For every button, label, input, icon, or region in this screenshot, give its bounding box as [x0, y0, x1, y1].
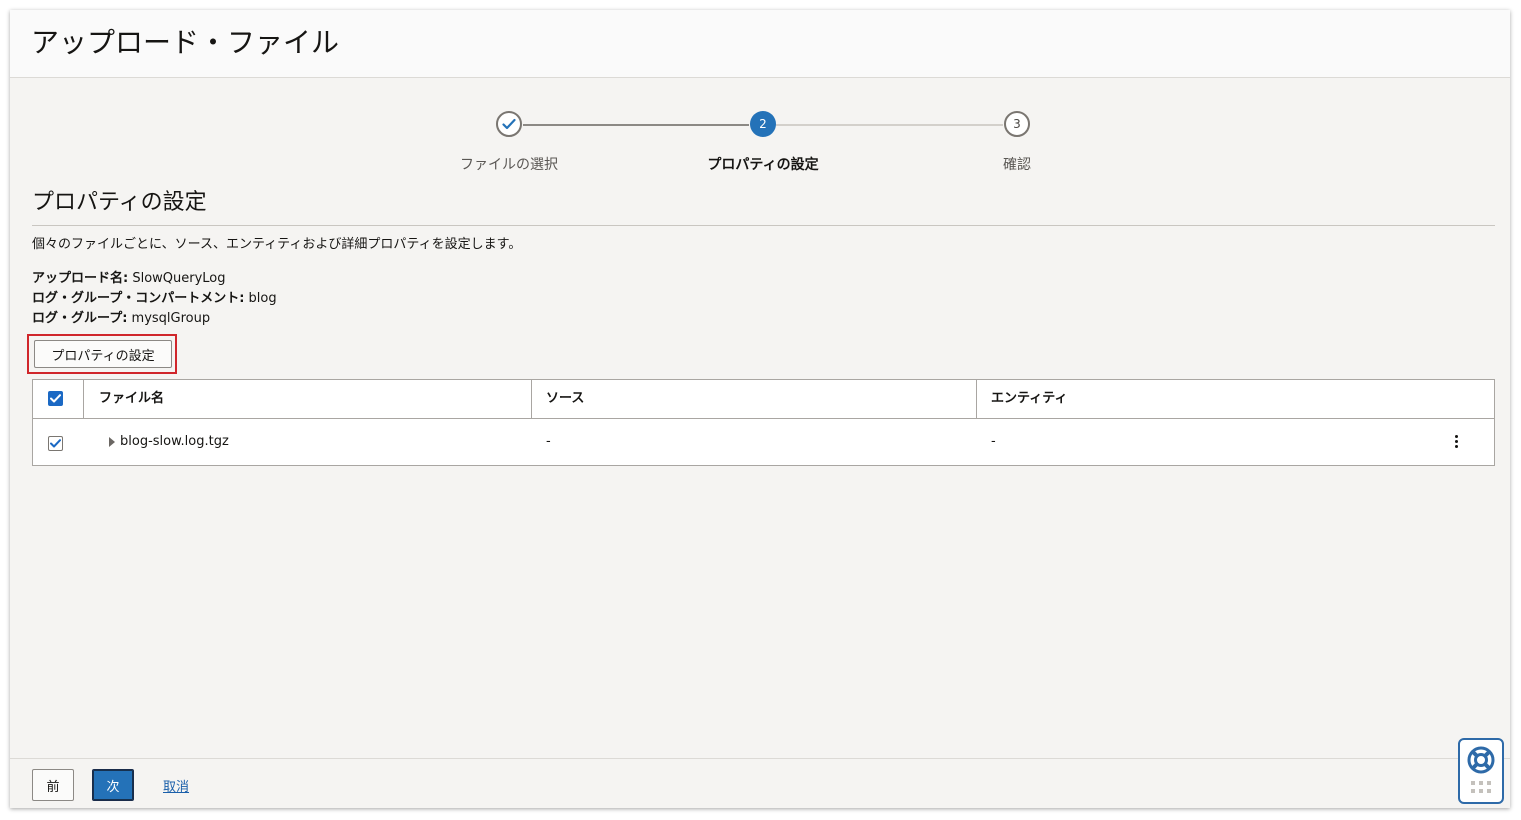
stepper-line-completed: [523, 124, 749, 126]
column-header-source[interactable]: ソース: [546, 380, 584, 418]
step-1-indicator[interactable]: [496, 111, 522, 137]
column-separator: [531, 380, 532, 418]
step-2-label: プロパティの設定: [707, 157, 819, 173]
cancel-link[interactable]: 取消: [163, 776, 189, 795]
step-2-indicator[interactable]: 2: [750, 111, 776, 137]
check-icon: [50, 439, 61, 448]
compartment-value: blog: [244, 291, 277, 306]
log-group-value: mysqlGroup: [127, 311, 211, 326]
files-table: ファイル名 ソース エンティティ blog-slow.log.tgz - -: [32, 379, 1495, 466]
dialog-footer: [10, 758, 1510, 808]
compartment-label: ログ・グループ・コンパートメント:: [32, 291, 245, 306]
column-header-file-name[interactable]: ファイル名: [99, 380, 164, 418]
row-file-name: blog-slow.log.tgz: [120, 434, 229, 449]
step-3-indicator[interactable]: 3: [1004, 111, 1030, 137]
column-header-entity[interactable]: エンティティ: [991, 380, 1067, 418]
section-divider: [32, 225, 1495, 226]
lifebuoy-icon: [1467, 746, 1495, 774]
select-all-checkbox[interactable]: [48, 391, 63, 406]
check-icon: [50, 394, 61, 403]
section-description: 個々のファイルごとに、ソース、エンティティおよび詳細プロパティを設定します。: [32, 237, 522, 252]
stepper-line-pending: [776, 124, 1003, 126]
step-3-number: 3: [1013, 117, 1021, 131]
table-header: ファイル名 ソース エンティティ: [33, 380, 1494, 419]
log-group-row: ログ・グループ: mysqlGroup: [32, 307, 210, 326]
upload-name-value: SlowQueryLog: [128, 271, 226, 286]
step-2-number: 2: [759, 117, 767, 131]
upload-files-dialog: アップロード・ファイル 2 3 ファイルの選択 プロパティの設定 確認 プロパテ…: [10, 10, 1510, 808]
page-title: アップロード・ファイル: [31, 26, 340, 59]
drag-handle-icon[interactable]: [1471, 781, 1493, 799]
upload-name-label: アップロード名:: [32, 271, 129, 286]
row-source: -: [546, 434, 551, 449]
upload-name-row: アップロード名: SlowQueryLog: [32, 267, 226, 286]
set-properties-button[interactable]: プロパティの設定: [34, 340, 172, 368]
previous-button[interactable]: 前: [32, 769, 74, 801]
help-widget[interactable]: [1458, 738, 1504, 804]
column-separator: [83, 380, 84, 418]
dialog-header: アップロード・ファイル: [10, 10, 1510, 78]
kebab-menu-icon[interactable]: [1455, 435, 1459, 451]
row-checkbox[interactable]: [48, 436, 63, 451]
log-group-label: ログ・グループ:: [32, 311, 128, 326]
check-icon: [502, 118, 516, 130]
caret-right-icon[interactable]: [109, 437, 115, 447]
compartment-row: ログ・グループ・コンパートメント: blog: [32, 287, 277, 306]
step-1-label: ファイルの選択: [460, 157, 558, 173]
section-title: プロパティの設定: [32, 190, 207, 215]
next-button[interactable]: 次: [92, 769, 134, 801]
row-entity: -: [991, 434, 996, 449]
column-separator: [976, 380, 977, 418]
step-3-label: 確認: [1003, 157, 1031, 173]
